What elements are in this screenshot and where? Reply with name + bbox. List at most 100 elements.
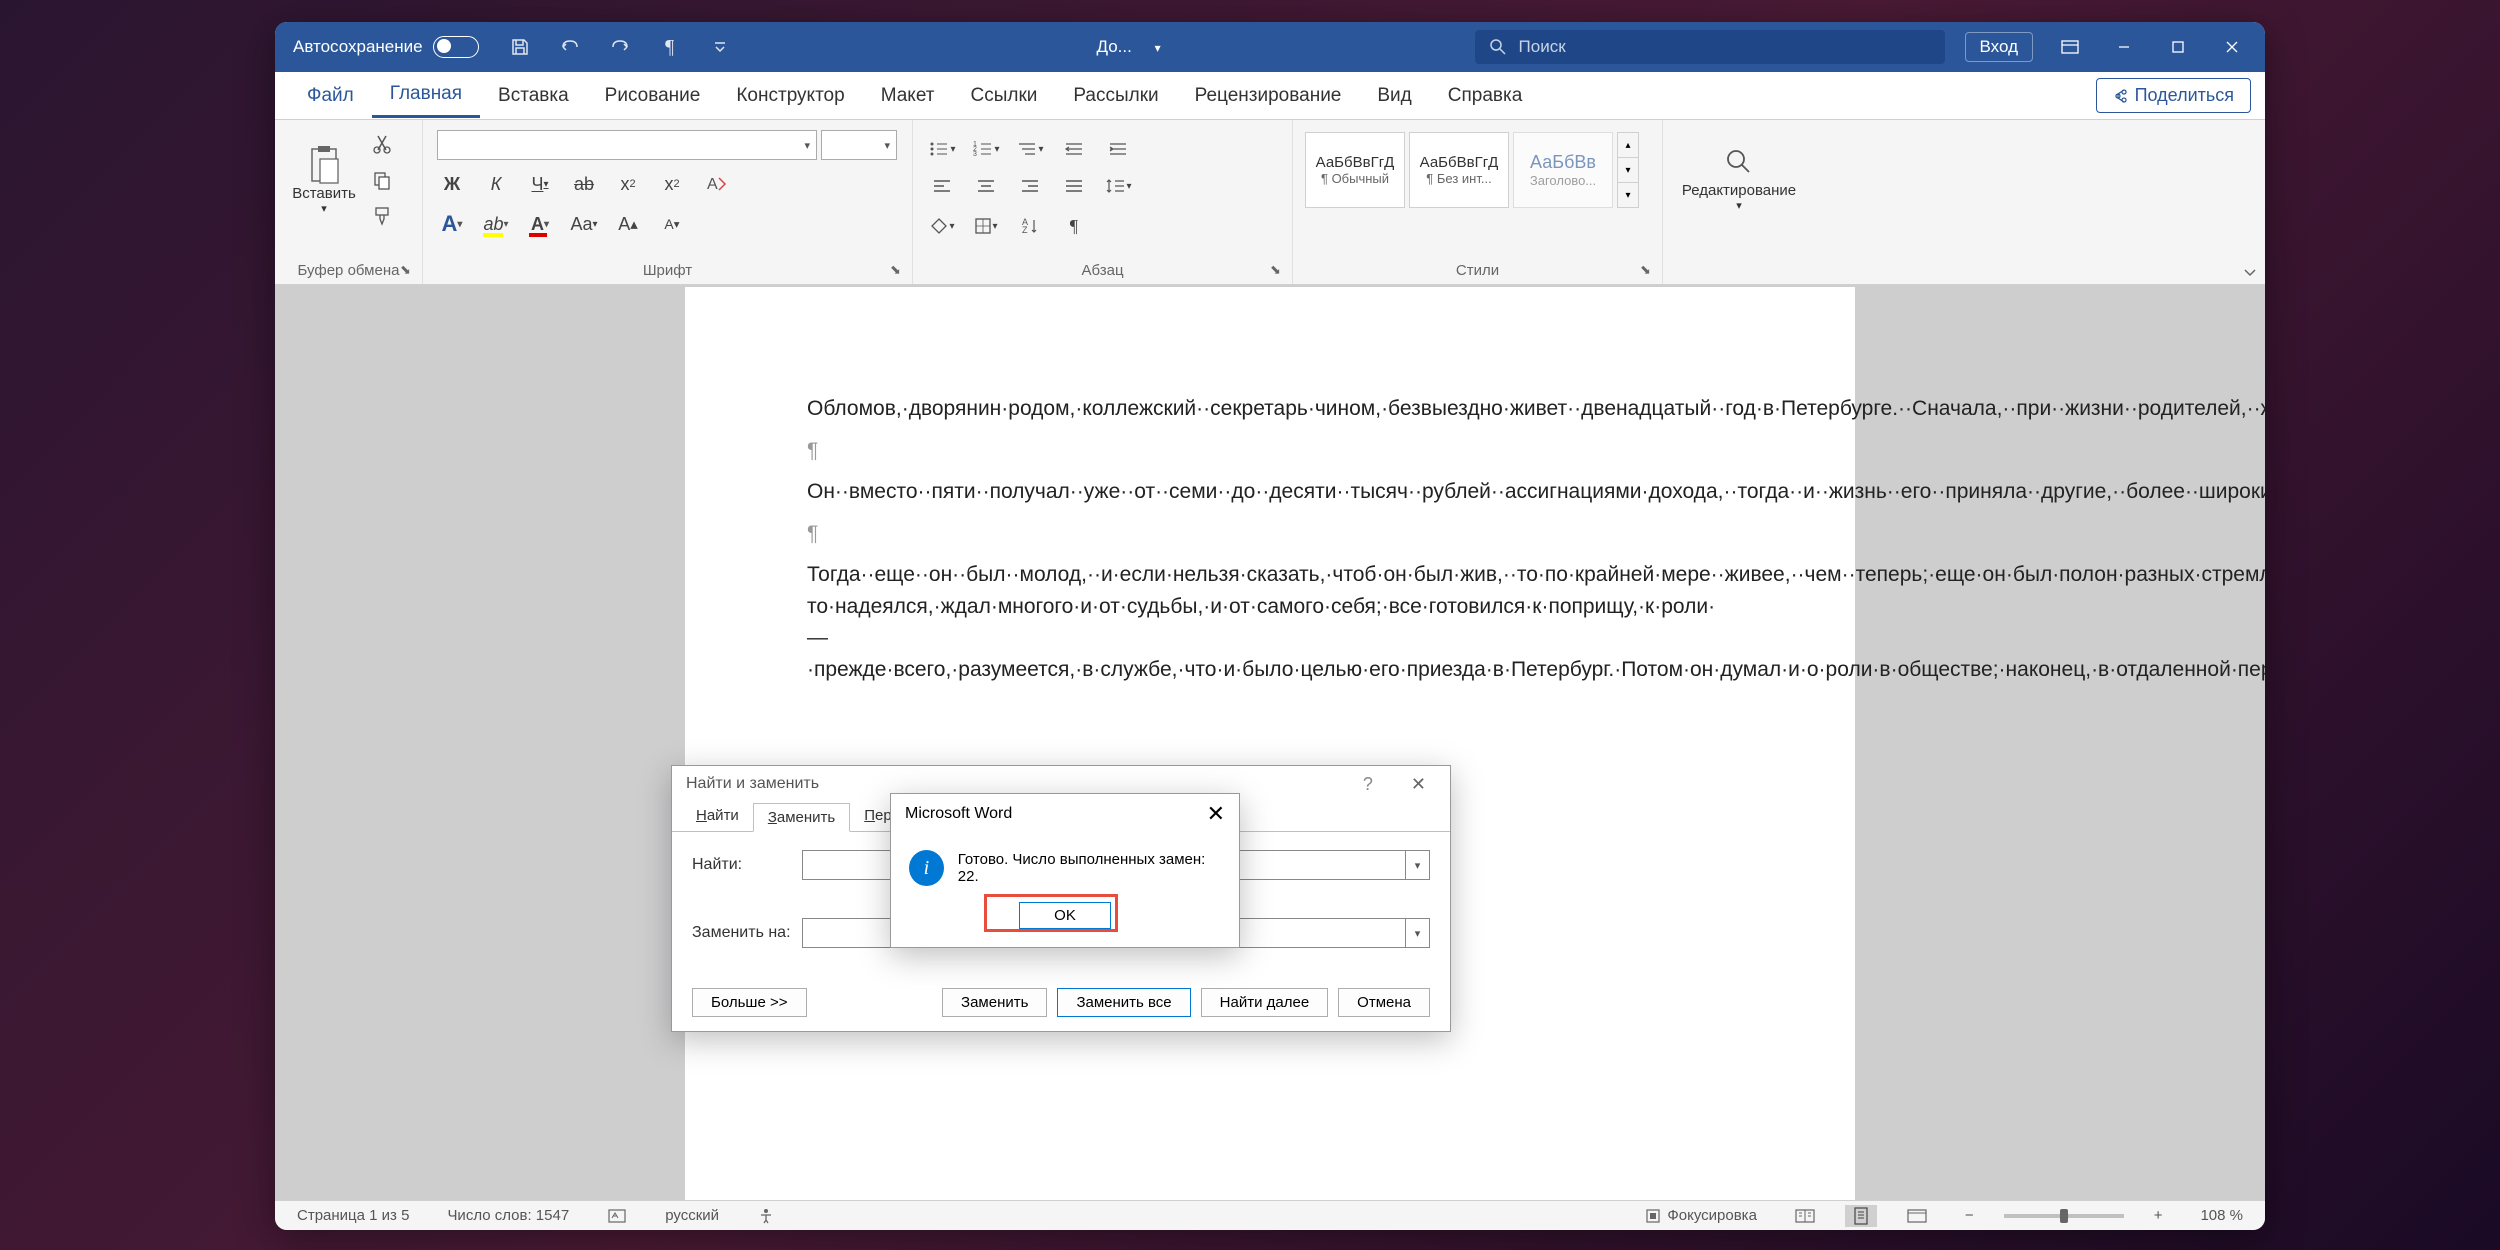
zoom-in-button[interactable]: + (2146, 1205, 2171, 1226)
ok-button[interactable]: OK (1019, 902, 1111, 929)
font-launcher-icon[interactable]: ⬊ (890, 262, 906, 278)
font-color-button[interactable]: A ▾ (525, 209, 555, 239)
justify-button[interactable] (1059, 171, 1089, 201)
ribbon-display-icon[interactable] (2045, 30, 2095, 64)
align-center-button[interactable] (971, 171, 1001, 201)
page-indicator[interactable]: Страница 1 из 5 (289, 1205, 417, 1226)
styles-launcher-icon[interactable]: ⬊ (1640, 262, 1656, 278)
style-normal[interactable]: АаБбВвГгД ¶ Обычный (1305, 132, 1405, 208)
close-icon[interactable] (2207, 30, 2257, 64)
login-button[interactable]: Вход (1965, 32, 2033, 62)
chevron-down-icon[interactable]: ▾ (1405, 851, 1429, 879)
bullets-button[interactable]: ▾ (927, 134, 957, 164)
change-case-button[interactable]: Aa ▾ (569, 209, 599, 239)
zoom-slider[interactable] (2004, 1214, 2124, 1218)
qat-customize-icon[interactable] (707, 34, 733, 60)
msgbox-titlebar[interactable]: Microsoft Word ✕ (891, 794, 1239, 834)
share-button[interactable]: Поделиться (2096, 78, 2251, 113)
tab-replace[interactable]: Заменить (753, 803, 850, 832)
spellcheck-icon[interactable] (599, 1206, 635, 1226)
copy-icon[interactable] (367, 165, 397, 195)
font-size-combo[interactable]: ▾ (821, 130, 897, 160)
paragraph-1: Обломов,·дворянин·родом,·коллежский··сек… (807, 393, 1733, 425)
print-layout-icon[interactable] (1845, 1205, 1877, 1227)
tab-draw[interactable]: Рисование (587, 75, 719, 117)
replace-all-button[interactable]: Заменить все (1057, 988, 1190, 1017)
close-icon[interactable]: ✕ (1207, 801, 1225, 827)
italic-button[interactable]: К (481, 169, 511, 199)
grow-font-button[interactable]: A▴ (613, 209, 643, 239)
collapse-ribbon-button[interactable] (2235, 120, 2265, 284)
save-icon[interactable] (507, 34, 533, 60)
tab-file[interactable]: Файл (289, 75, 372, 117)
tab-review[interactable]: Рецензирование (1177, 75, 1360, 117)
group-clipboard: Вставить ▾ Буфер обмена ⬊ (275, 120, 423, 284)
more-button[interactable]: Больше >> (692, 988, 807, 1017)
bold-button[interactable]: Ж (437, 169, 467, 199)
language-indicator[interactable]: русский (657, 1205, 727, 1226)
style-heading1[interactable]: АаБбВв Заголово... (1513, 132, 1613, 208)
styles-expand-button[interactable]: ▴ ▾ ▾ (1617, 132, 1639, 208)
focus-button[interactable]: Фокусировка (1637, 1205, 1765, 1226)
align-left-button[interactable] (927, 171, 957, 201)
multilevel-button[interactable]: ▾ (1015, 134, 1045, 164)
numbering-button[interactable]: 123▾ (971, 134, 1001, 164)
tab-mailings[interactable]: Рассылки (1055, 75, 1176, 117)
text-effects-button[interactable]: A ▾ (437, 209, 467, 239)
clipboard-launcher-icon[interactable]: ⬊ (400, 262, 416, 278)
editing-button[interactable]: Редактирование ▾ (1669, 126, 1809, 234)
format-painter-icon[interactable] (367, 201, 397, 231)
clear-format-button[interactable]: A (701, 169, 731, 199)
strikethrough-button[interactable]: ab (569, 169, 599, 199)
paragraph-launcher-icon[interactable]: ⬊ (1270, 262, 1286, 278)
show-marks-button[interactable]: ¶ (1059, 211, 1089, 241)
increase-indent-button[interactable] (1103, 134, 1133, 164)
web-layout-icon[interactable] (1899, 1207, 1935, 1225)
find-next-button[interactable]: Найти далее (1201, 988, 1329, 1017)
chevron-down-icon[interactable]: ▾ (1405, 919, 1429, 947)
zoom-level[interactable]: 108 % (2192, 1205, 2251, 1226)
redo-icon[interactable] (607, 34, 633, 60)
tab-home[interactable]: Главная (372, 73, 480, 118)
tab-design[interactable]: Конструктор (718, 75, 862, 117)
zoom-out-button[interactable]: − (1957, 1205, 1982, 1226)
tab-find[interactable]: Найти (682, 802, 753, 831)
subscript-button[interactable]: x2 (613, 169, 643, 199)
highlight-button[interactable]: ab ▾ (481, 209, 511, 239)
shrink-font-button[interactable]: A▾ (657, 209, 687, 239)
tab-references[interactable]: Ссылки (952, 75, 1055, 117)
tab-insert[interactable]: Вставка (480, 75, 587, 117)
tab-view[interactable]: Вид (1359, 75, 1429, 117)
help-icon[interactable]: ? (1353, 772, 1383, 797)
superscript-button[interactable]: x2 (657, 169, 687, 199)
line-spacing-button[interactable]: ▾ (1103, 171, 1133, 201)
paragraph-marks-icon[interactable]: ¶ (657, 34, 683, 60)
search-box[interactable]: Поиск (1475, 30, 1945, 64)
underline-button[interactable]: Ч ▾ (525, 169, 555, 199)
cut-icon[interactable] (367, 129, 397, 159)
align-right-button[interactable] (1015, 171, 1045, 201)
read-mode-icon[interactable] (1787, 1207, 1823, 1225)
cancel-button[interactable]: Отмена (1338, 988, 1430, 1017)
close-icon[interactable]: ✕ (1401, 772, 1436, 797)
style-nospacing[interactable]: АаБбВвГгД ¶ Без инт... (1409, 132, 1509, 208)
sort-button[interactable]: AZ (1015, 211, 1045, 241)
title-dropdown-icon[interactable]: ▾ (1155, 41, 1161, 55)
borders-button[interactable]: ▾ (971, 211, 1001, 241)
font-family-combo[interactable]: ▾ (437, 130, 817, 160)
replace-button[interactable]: Заменить (942, 988, 1047, 1017)
autosave-toggle[interactable] (433, 36, 479, 58)
tab-layout[interactable]: Макет (863, 75, 953, 117)
shading-button[interactable]: ▾ (927, 211, 957, 241)
document-area[interactable]: Обломов,·дворянин·родом,·коллежский··сек… (275, 285, 2265, 1200)
accessibility-icon[interactable] (749, 1205, 783, 1227)
maximize-icon[interactable] (2153, 30, 2203, 64)
paste-button[interactable]: Вставить ▾ (281, 126, 367, 234)
decrease-indent-button[interactable] (1059, 134, 1089, 164)
word-count[interactable]: Число слов: 1547 (439, 1205, 577, 1226)
undo-icon[interactable] (557, 34, 583, 60)
document-page[interactable]: Обломов,·дворянин·родом,·коллежский··сек… (685, 287, 1855, 1200)
minimize-icon[interactable] (2099, 30, 2149, 64)
svg-text:A: A (707, 176, 718, 193)
tab-help[interactable]: Справка (1430, 75, 1541, 117)
